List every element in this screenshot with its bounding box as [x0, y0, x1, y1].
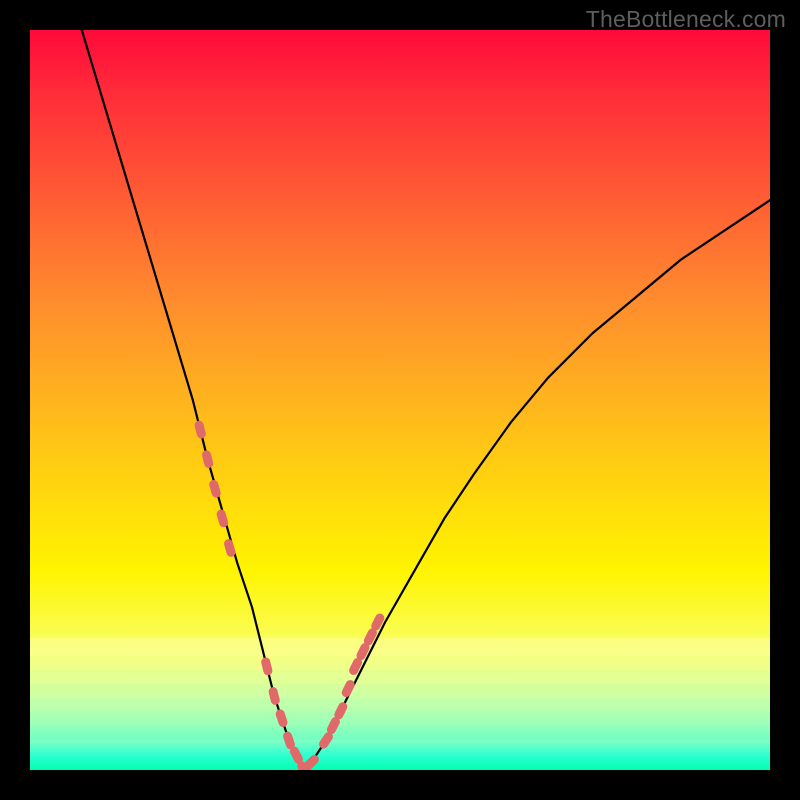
curve-marker	[223, 538, 237, 558]
curve-markers-group	[194, 420, 386, 770]
bottleneck-chart	[30, 30, 770, 770]
curve-marker	[216, 509, 230, 529]
curve-marker	[274, 708, 288, 728]
watermark-text: TheBottleneck.com	[586, 6, 786, 33]
curve-marker	[201, 449, 214, 469]
curve-marker	[340, 679, 356, 699]
curve-marker	[260, 657, 273, 677]
curve-marker	[302, 753, 321, 770]
curve-marker	[194, 420, 207, 440]
curve-marker	[208, 479, 222, 499]
bottleneck-curve-line	[82, 30, 770, 770]
curve-marker	[268, 686, 281, 706]
